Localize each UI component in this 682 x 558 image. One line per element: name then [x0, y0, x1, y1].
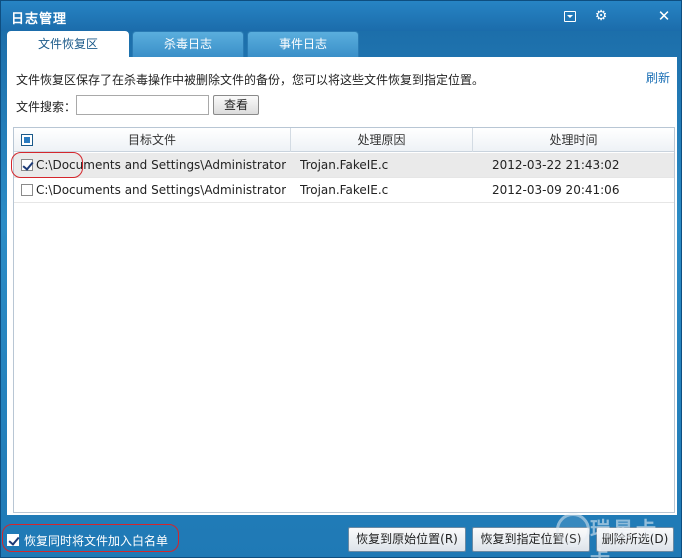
panel-description: 文件恢复区保存了在杀毒操作中被删除文件的备份，您可以将这些文件恢复到指定位置。 [16, 73, 485, 87]
row-reason: Trojan.FakeIE.c [300, 183, 389, 197]
view-button[interactable]: 查看 [213, 95, 259, 115]
delete-selected-button[interactable]: 删除所选(D) [596, 527, 674, 552]
row-time: 2012-03-22 21:43:02 [492, 158, 620, 172]
file-search-input[interactable] [76, 95, 209, 115]
window-title: 日志管理 [11, 12, 68, 27]
tab-antivirus-log[interactable]: 杀毒日志 [132, 31, 244, 57]
table-header: 目标文件 处理原因 处理时间 [14, 128, 674, 152]
tab-bar: 文件恢复区 杀毒日志 事件日志 [7, 31, 362, 57]
restore-original-button[interactable]: 恢复到原始位置(R) [348, 527, 466, 552]
log-management-window: 日志管理 ⚙ ✕ 文件恢复区 杀毒日志 事件日志 文件恢复区保存了在杀毒操作中被… [0, 0, 682, 558]
table-row[interactable]: C:\Documents and Settings\Administrator\… [14, 178, 674, 203]
whitelist-label: 恢复同时将文件加入白名单 [24, 534, 169, 548]
restore-specified-button[interactable]: 恢复到指定位置(S) [472, 527, 590, 552]
row-file-path: C:\Documents and Settings\Administrator\… [36, 183, 286, 197]
row-reason: Trojan.FakeIE.c [300, 158, 389, 172]
row-file-path: C:\Documents and Settings\Administrator\… [36, 158, 286, 172]
table-row[interactable]: C:\Documents and Settings\Administrator\… [14, 153, 674, 178]
column-header-reason[interactable]: 处理原因 [291, 128, 473, 152]
tab-event-log[interactable]: 事件日志 [247, 31, 359, 57]
recovery-file-table: 目标文件 处理原因 处理时间 C:\Documents and Settings… [13, 127, 675, 513]
refresh-link[interactable]: 刷新 [646, 69, 670, 86]
search-label: 文件搜索： [16, 100, 77, 114]
tab-file-recovery[interactable]: 文件恢复区 [7, 31, 129, 57]
row-checkbox[interactable] [21, 184, 33, 196]
menu-box-icon[interactable] [561, 7, 579, 25]
close-icon[interactable]: ✕ [655, 7, 673, 25]
row-time: 2012-03-09 20:41:06 [492, 183, 620, 197]
title-bar[interactable]: 日志管理 ⚙ ✕ [1, 1, 681, 31]
file-recovery-panel: 文件恢复区保存了在杀毒操作中被删除文件的备份，您可以将这些文件恢复到指定位置。 … [7, 57, 677, 515]
column-header-time[interactable]: 处理时间 [473, 128, 674, 152]
row-checkbox[interactable] [21, 159, 33, 171]
whitelist-checkbox[interactable] [7, 534, 19, 546]
gear-icon[interactable]: ⚙ [592, 7, 610, 25]
select-all-checkbox[interactable] [21, 134, 33, 146]
column-header-target-file[interactable]: 目标文件 [14, 128, 291, 152]
